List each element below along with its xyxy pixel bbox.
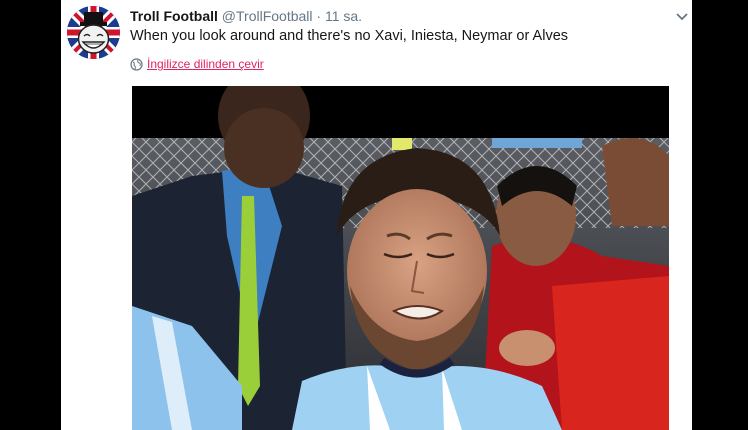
tweet-text: When you look around and there's no Xavi…: [130, 28, 569, 44]
chevron-down-icon[interactable]: [674, 9, 690, 25]
crying-player-photo: [132, 86, 669, 430]
tweet-media-photo[interactable]: [132, 86, 669, 430]
translate-link[interactable]: İngilizce dilinden çevir: [147, 57, 264, 71]
display-name[interactable]: Troll Football: [130, 8, 218, 24]
tweet-header: Troll Football @TrollFootball · 11 sa.: [130, 7, 662, 25]
tweet-card[interactable]: Troll Football @TrollFootball · 11 sa. W…: [61, 0, 692, 430]
tweet-timestamp[interactable]: 11 sa.: [325, 8, 362, 24]
globe-icon: [130, 58, 143, 71]
troll-face-avatar-icon: [67, 6, 120, 59]
translate-row[interactable]: İngilizce dilinden çevir: [130, 56, 264, 72]
separator-dot: ·: [316, 8, 322, 24]
user-handle[interactable]: @TrollFootball: [222, 8, 313, 24]
avatar[interactable]: [67, 6, 120, 59]
